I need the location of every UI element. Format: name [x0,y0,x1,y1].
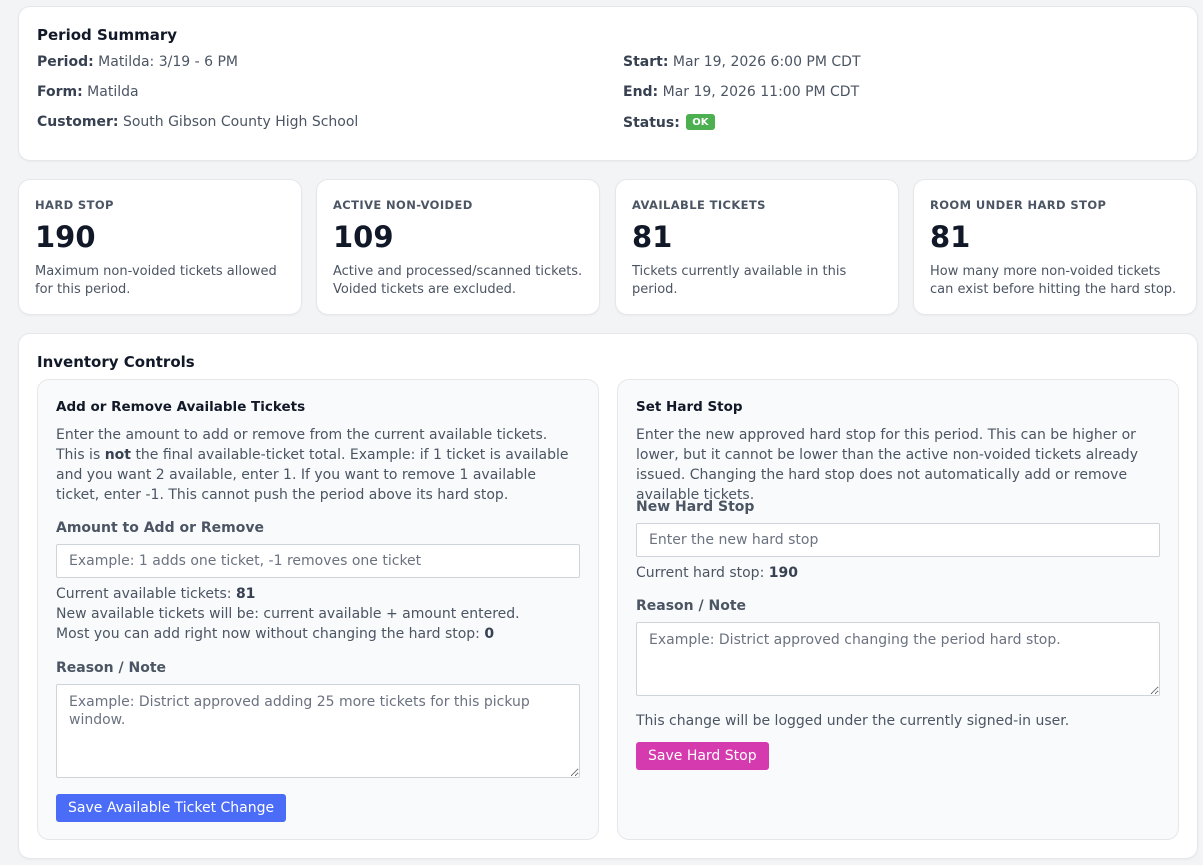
hard-stop-reason-textarea[interactable] [636,622,1160,696]
inventory-controls-title: Inventory Controls [37,353,195,371]
start-row: Start: Mar 19, 2026 6:00 PM CDT [623,54,861,70]
new-available-text: New available tickets will be: current a… [56,606,520,622]
stat-description: How many more non-voided tickets can exi… [930,264,1177,297]
current-hard-stop-line: Current hard stop: 190 [636,563,1160,583]
inventory-controls-card: Inventory Controls Add or Remove Availab… [18,333,1198,859]
stat-label: ROOM UNDER HARD STOP [930,198,1107,212]
save-hard-stop-button[interactable]: Save Hard Stop [636,742,769,770]
current-available-value: 81 [235,586,256,602]
stat-value: 109 [333,220,394,254]
form-value: Matilda [87,84,139,100]
stat-value: 190 [35,220,96,254]
stat-card-available-tickets: AVAILABLE TICKETS 81 Tickets currently a… [615,179,899,315]
end-row: End: Mar 19, 2026 11:00 PM CDT [623,84,859,100]
stat-label: ACTIVE NON-VOIDED [333,198,473,212]
stat-card-active-non-voided: ACTIVE NON-VOIDED 109 Active and process… [316,179,600,315]
stat-card-hard-stop: HARD STOP 190 Maximum non-voided tickets… [18,179,302,315]
customer-row: Customer: South Gibson County High Schoo… [37,114,358,130]
save-available-ticket-change-button[interactable]: Save Available Ticket Change [56,794,287,822]
amount-label: Amount to Add or Remove [56,520,264,536]
status-badge: OK [686,114,715,130]
add-remove-title: Add or Remove Available Tickets [56,399,306,415]
status-label: Status: [623,115,680,131]
form-row: Form: Matilda [37,84,139,100]
period-summary-title: Period Summary [37,26,178,44]
stat-description: Maximum non-voided tickets allowed for t… [35,264,277,297]
current-hard-stop-value: 190 [768,565,798,581]
period-label: Period: [37,54,94,70]
description-emphasis: not [104,447,131,463]
end-value: Mar 19, 2026 11:00 PM CDT [662,84,860,100]
customer-label: Customer: [37,114,119,130]
available-info: Current available tickets: 81 New availa… [56,584,580,644]
stat-description: Tickets currently available in this peri… [632,264,847,297]
reason-label: Reason / Note [56,660,167,676]
start-value: Mar 19, 2026 6:00 PM CDT [672,54,861,70]
stat-value: 81 [632,220,673,254]
current-available-label: Current available tickets: [56,586,232,602]
new-hard-stop-input[interactable] [636,523,1160,557]
period-row: Period: Matilda: 3/19 - 6 PM [37,54,238,70]
status-row: Status: OK [623,114,715,131]
current-available-line: Current available tickets: 81 [56,584,580,604]
available-reason-textarea[interactable] [56,684,580,778]
hard-stop-description: Enter the new approved hard stop for thi… [636,427,1138,503]
stat-description: Active and processed/scanned tickets. Vo… [333,264,583,297]
set-hard-stop-title: Set Hard Stop [636,399,743,415]
most-add-line: Most you can add right now without chang… [56,624,580,644]
add-remove-tickets-panel: Add or Remove Available Tickets Enter th… [37,379,599,840]
stat-label: HARD STOP [35,198,114,212]
stat-label: AVAILABLE TICKETS [632,198,766,212]
reason-label: Reason / Note [636,598,747,614]
add-remove-description: Enter the amount to add or remove from t… [56,425,580,505]
start-label: Start: [623,54,669,70]
stat-value: 81 [930,220,971,254]
most-add-label: Most you can add right now without chang… [56,626,480,642]
current-hard-stop-label: Current hard stop: [636,565,765,581]
set-hard-stop-panel: Set Hard Stop Enter the new approved har… [617,379,1179,840]
new-hard-stop-label: New Hard Stop [636,499,755,515]
log-note: This change will be logged under the cur… [636,713,1070,729]
most-add-value: 0 [484,626,495,642]
customer-value: South Gibson County High School [122,114,359,130]
form-label: Form: [37,84,83,100]
end-label: End: [623,84,659,100]
description-text: the final available-ticket total. Exampl… [56,447,569,503]
amount-input[interactable] [56,544,580,578]
period-value: Matilda: 3/19 - 6 PM [98,54,238,70]
stat-card-room-under-hard-stop: ROOM UNDER HARD STOP 81 How many more no… [913,179,1197,315]
period-summary-card: Period Summary Period: Matilda: 3/19 - 6… [18,6,1198,161]
